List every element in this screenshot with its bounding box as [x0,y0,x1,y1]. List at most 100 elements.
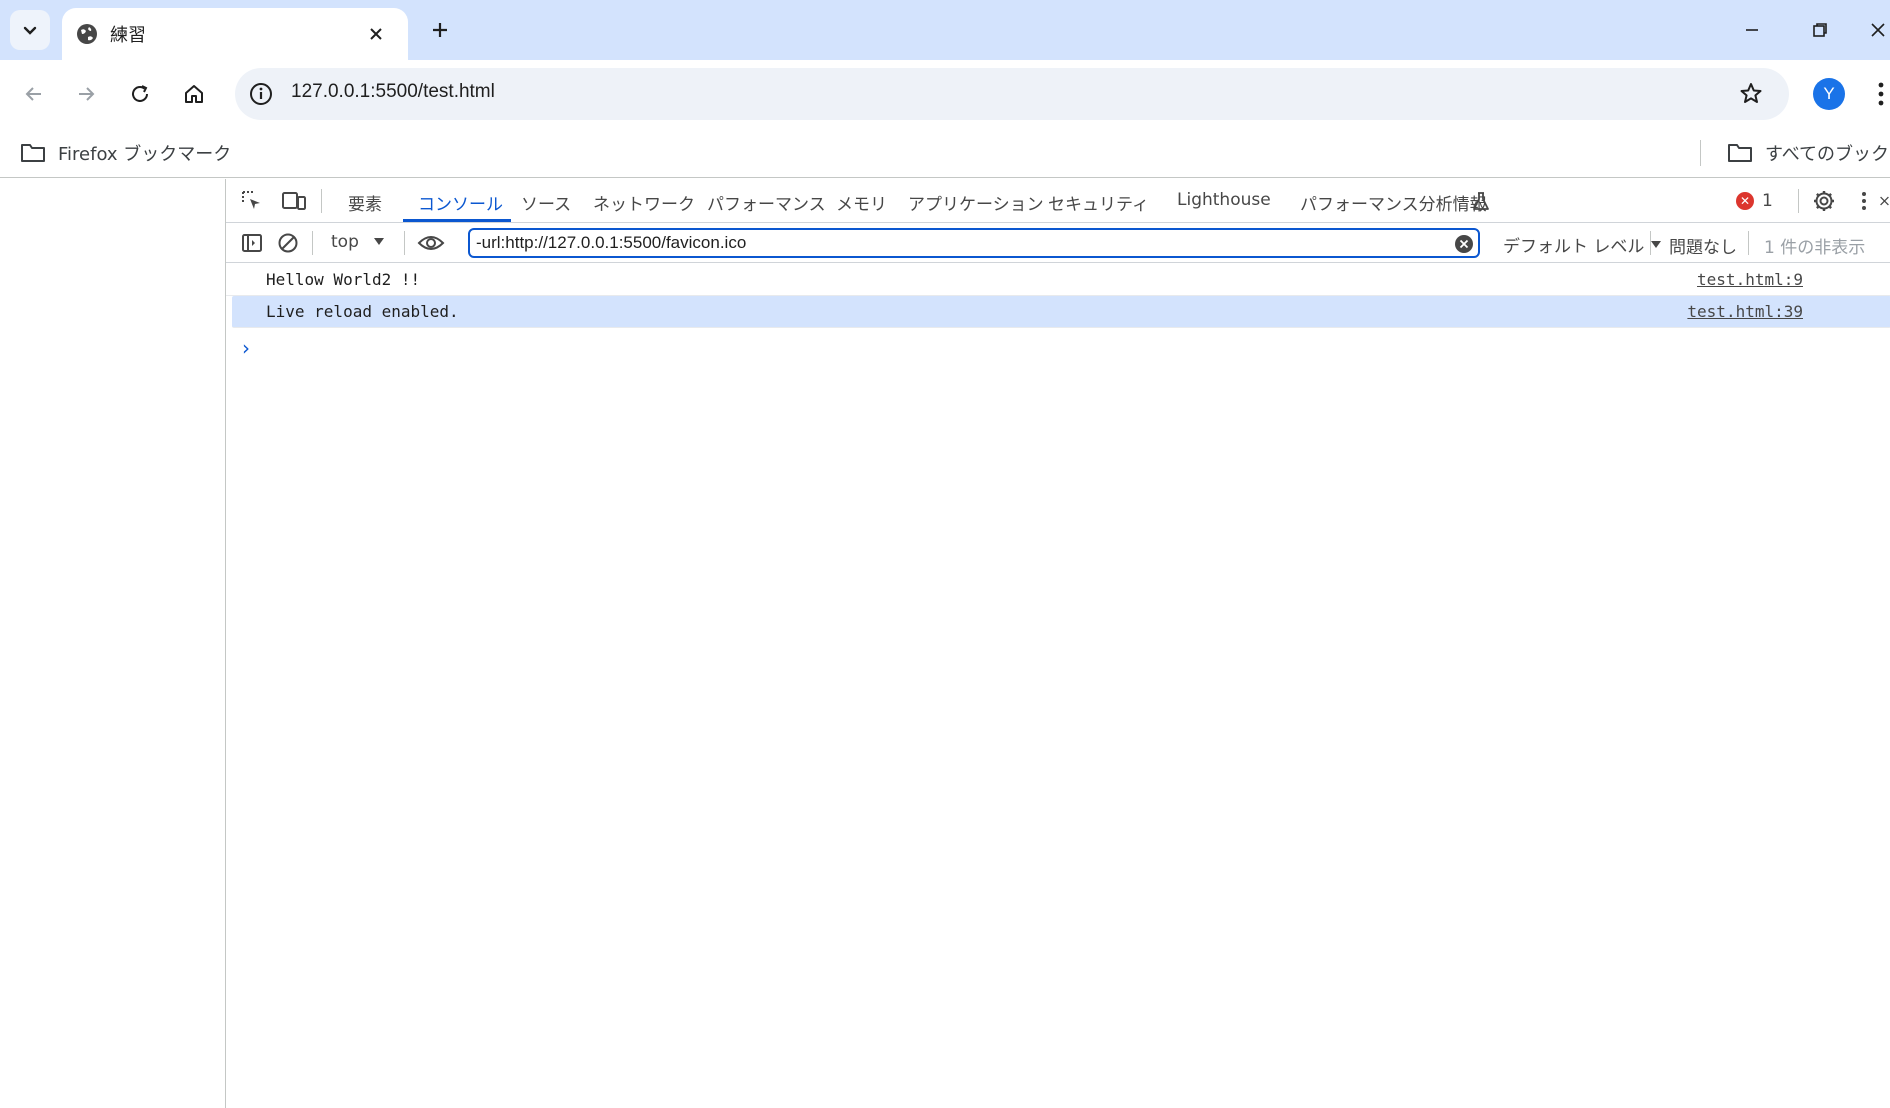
close-devtools-button[interactable] [1878,187,1890,215]
clear-console-button[interactable] [274,229,302,257]
device-toolbar-button[interactable] [280,187,308,215]
devtools-tabbar: 要素 コンソール ソース ネットワーク パフォーマンス メモリ アプリケーション… [226,179,1890,223]
browser-toolbar: Y [0,60,1890,128]
browser-tab-active[interactable]: 練習 [62,8,408,60]
chevron-down-icon [23,26,37,35]
tab-lighthouse[interactable]: Lighthouse [1177,190,1271,210]
console-filterbar: top デフォルト レベル 問題なし 1 件の非表示 [226,223,1890,263]
url-input[interactable] [291,81,1691,103]
context-selector[interactable]: top [331,232,385,252]
bookmark-folder-firefox[interactable]: Firefox ブックマーク [20,138,231,168]
devtools-menu-button[interactable] [1850,187,1878,215]
folder-icon [21,144,45,162]
tab-performance[interactable]: パフォーマンス [707,190,826,215]
tab-security[interactable]: セキュリティ [1048,190,1149,215]
dropdown-triangle-icon [373,238,384,245]
tab-close-button[interactable] [362,20,390,48]
console-message-source-link[interactable]: test.html:9 [1697,270,1803,289]
error-count-badge[interactable]: ✕ 1 [1736,191,1773,211]
tab-sources[interactable]: ソース [521,190,571,215]
page-viewport [0,179,225,1108]
sidebar-icon [242,234,262,252]
issues-button[interactable]: 問題なし [1669,233,1737,258]
log-level-selector[interactable]: デフォルト レベル [1503,232,1662,257]
clear-icon [278,233,298,253]
tab-strip: 練習 [0,0,1890,60]
arrow-left-icon [25,87,41,101]
devtools-panel: 要素 コンソール ソース ネットワーク パフォーマンス メモリ アプリケーション… [225,179,1890,1108]
forward-button[interactable] [66,74,106,114]
tab-network[interactable]: ネットワーク [593,190,695,215]
tab-title: 練習 [110,25,146,46]
tab-console[interactable]: コンソール [418,190,503,215]
new-tab-button[interactable] [422,12,458,48]
console-filter-input-box[interactable] [468,228,1480,258]
inspect-element-button[interactable] [238,187,266,215]
address-bar[interactable] [235,68,1789,120]
close-icon [370,28,382,40]
arrow-right-icon [79,87,95,101]
tab-performance-insights[interactable]: パフォーマンス分析情報 [1300,190,1487,215]
prompt-chevron-icon: › [242,336,250,360]
reload-icon [132,85,148,102]
device-icon [282,192,306,210]
close-window-button[interactable] [1858,12,1890,48]
eye-icon [417,236,445,250]
console-message[interactable]: Live reload enabled. test.html:39 [232,296,1890,328]
flask-icon [1473,192,1489,210]
site-info-icon[interactable] [247,80,275,108]
bookmark-label: Firefox ブックマーク [58,144,232,165]
tab-search-button[interactable] [10,10,50,50]
active-tab-indicator [403,219,511,222]
more-vertical-icon [1862,192,1866,210]
close-icon [1871,23,1885,37]
console-messages: Hellow World2 !! test.html:9 Live reload… [226,264,1890,368]
reload-button[interactable] [120,74,160,114]
error-icon: ✕ [1736,192,1754,210]
close-icon [1880,196,1889,206]
gear-icon [1814,191,1834,211]
globe-icon [77,24,97,44]
show-sidebar-button[interactable] [238,229,266,257]
bookmark-star-icon[interactable] [1737,80,1765,108]
console-message-text: Hellow World2 !! [266,270,421,289]
home-icon [185,85,203,103]
plus-icon [433,23,447,37]
live-expression-button[interactable] [414,229,448,257]
toolbar-divider [321,189,322,213]
console-filter-input[interactable] [476,233,1436,253]
log-level-value: デフォルト レベル [1503,237,1645,257]
bookmark-label: すべてのブックマーク [1765,144,1890,165]
toolbar-divider [312,231,313,255]
settings-button[interactable] [1810,187,1838,215]
minimize-icon [1746,29,1758,31]
folder-icon [1728,144,1752,162]
console-message[interactable]: Hellow World2 !! test.html:9 [226,264,1890,296]
browser-menu-icon[interactable] [1872,78,1890,110]
bookmark-folder-all[interactable]: すべてのブックマーク [1727,138,1890,168]
tab-memory[interactable]: メモリ [836,190,887,215]
toolbar-divider [1798,189,1799,213]
restore-button[interactable] [1800,12,1840,48]
home-button[interactable] [174,74,214,114]
back-button[interactable] [14,74,54,114]
clear-filter-icon[interactable] [1454,234,1474,254]
inspect-icon [242,191,260,209]
bookmarks-bar: Firefox ブックマーク すべてのブックマーク [0,128,1890,178]
console-message-text: Live reload enabled. [266,302,459,321]
restore-icon [1813,23,1827,37]
tab-application[interactable]: アプリケーション [908,190,1044,215]
dropdown-triangle-icon [1651,240,1662,248]
bookmarks-divider [1700,140,1701,166]
hidden-messages-count: 1 件の非表示 [1764,238,1866,258]
console-message-source-link[interactable]: test.html:39 [1687,302,1803,321]
toolbar-divider [1650,231,1651,255]
toolbar-divider [1748,231,1749,255]
console-prompt[interactable]: › [226,328,1890,368]
profile-avatar[interactable]: Y [1813,78,1845,110]
error-count: 1 [1762,191,1773,211]
context-value: top [331,232,359,252]
toolbar-divider [404,231,405,255]
tab-elements[interactable]: 要素 [348,190,382,215]
minimize-button[interactable] [1732,12,1772,48]
